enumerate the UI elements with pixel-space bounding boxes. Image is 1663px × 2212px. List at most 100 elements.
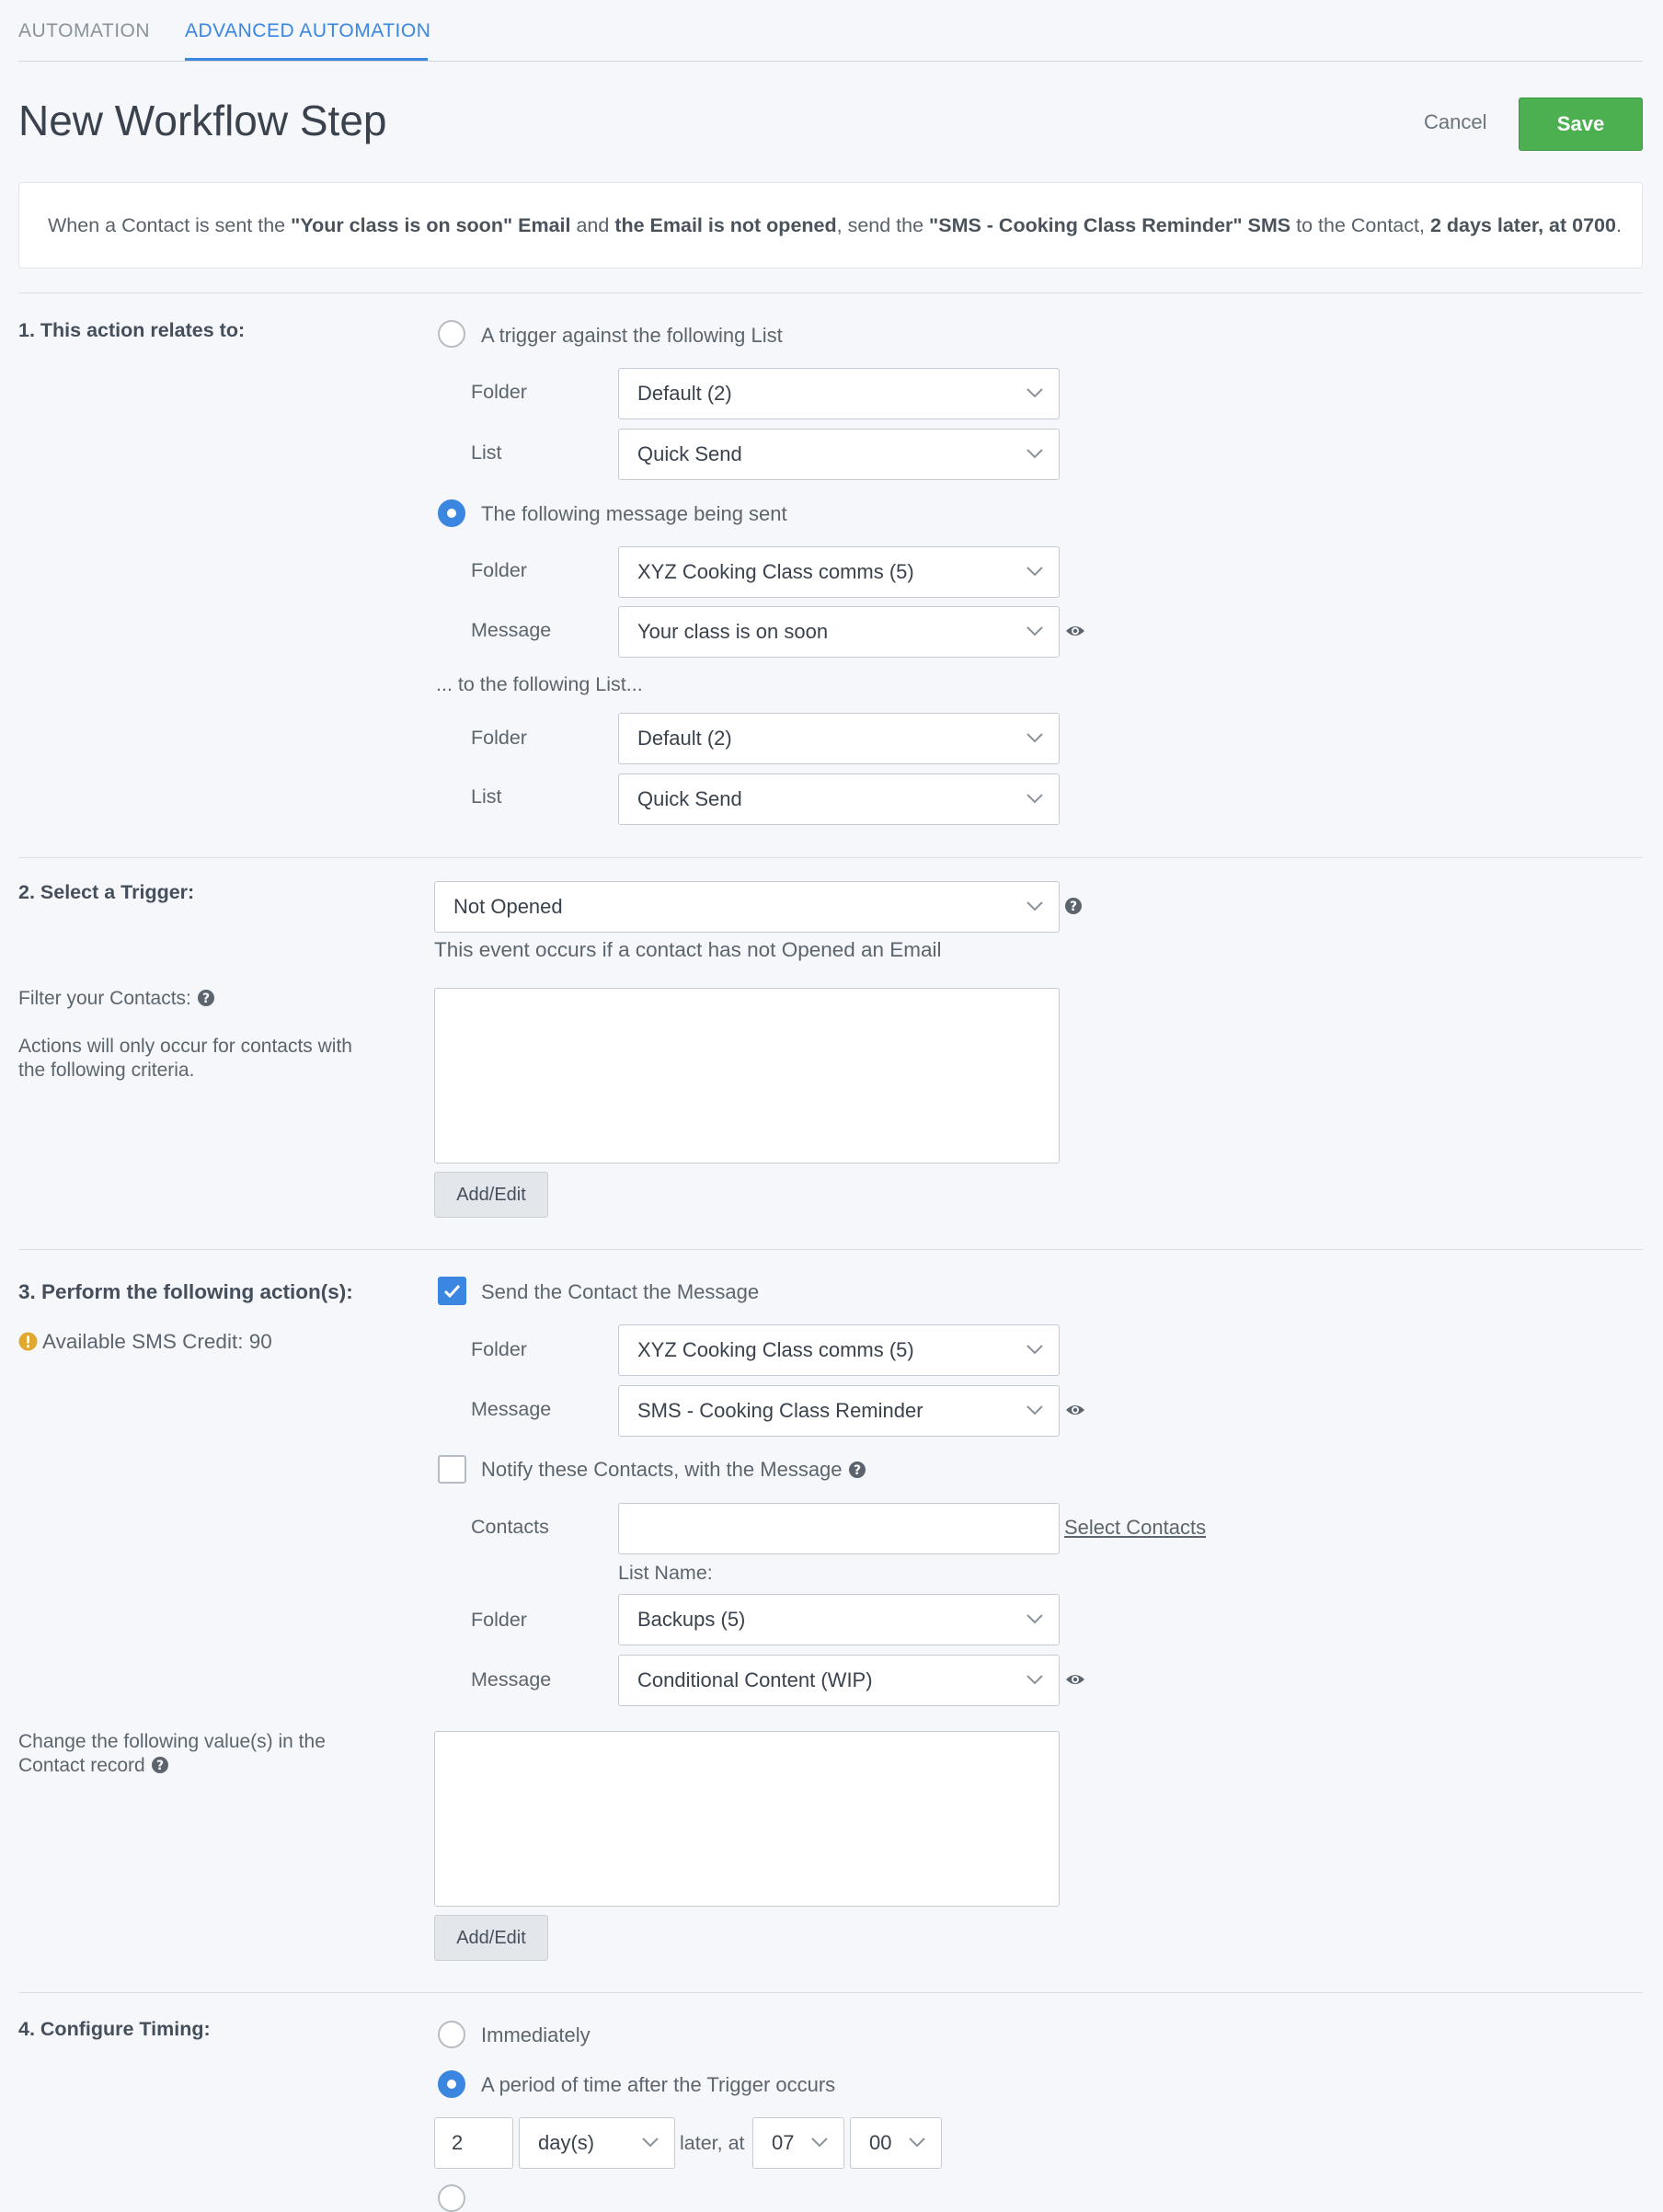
select-value: Conditional Content (WIP) — [637, 1668, 873, 1691]
summary-text: and — [570, 214, 615, 236]
contacts-input[interactable] — [618, 1503, 1060, 1554]
chevron-down-icon — [1026, 449, 1043, 459]
filter-description-line: Actions will only occur for contacts wit… — [18, 1036, 352, 1057]
help-icon[interactable]: ? — [197, 989, 215, 1007]
section-3-label: 3. Perform the following action(s): — [18, 1280, 353, 1303]
help-icon[interactable]: ? — [1064, 897, 1083, 915]
section-divider — [18, 292, 1643, 293]
tab-automation[interactable]: AUTOMATION — [18, 20, 150, 42]
select-value: Quick Send — [637, 787, 742, 810]
radio-timing-option-3[interactable] — [438, 2184, 465, 2212]
message-folder-select[interactable]: XYZ Cooking Class comms (5) — [618, 546, 1060, 598]
select-value: Quick Send — [637, 442, 742, 465]
eye-icon[interactable] — [1065, 1403, 1085, 1417]
period-after-trigger-label: A period of time after the Trigger occur… — [481, 2073, 836, 2096]
select-value: Your class is on soon — [637, 620, 829, 643]
trigger-select[interactable]: Not Opened — [434, 881, 1060, 933]
chevron-down-icon — [642, 2138, 659, 2148]
list-name-label: List Name: — [618, 1562, 713, 1584]
field-label-folder: Folder — [471, 381, 527, 403]
to-list-select[interactable]: Quick Send — [618, 774, 1060, 825]
chevron-down-icon — [1026, 794, 1043, 804]
summary-sms: "SMS - Cooking Class Reminder" SMS — [929, 214, 1291, 236]
list-select[interactable]: Quick Send — [618, 429, 1060, 480]
select-contacts-link[interactable]: Select Contacts — [1064, 1516, 1206, 1540]
radio-period-after-trigger[interactable] — [438, 2070, 465, 2098]
timing-minute-select[interactable]: 00 — [850, 2117, 942, 2169]
chevron-down-icon — [1026, 1614, 1043, 1624]
field-label-message: Message — [471, 1668, 552, 1691]
folder-select[interactable]: Default (2) — [618, 368, 1060, 419]
summary-email: "Your class is on soon" Email — [291, 214, 571, 236]
field-label-folder: Folder — [471, 559, 527, 581]
option-trigger-list-label: A trigger against the following List — [481, 324, 783, 347]
summary-trigger: the Email is not opened — [614, 214, 837, 236]
chevron-down-icon — [1026, 567, 1043, 577]
select-value: 07 — [772, 2131, 795, 2154]
timing-hour-select[interactable]: 07 — [752, 2117, 844, 2169]
save-button[interactable]: Save — [1519, 97, 1643, 151]
select-value: 00 — [869, 2131, 892, 2154]
chevron-down-icon — [1026, 733, 1043, 743]
filter-description-line: the following criteria. — [18, 1060, 195, 1081]
cancel-button[interactable]: Cancel — [1424, 110, 1486, 134]
field-label-folder: Folder — [471, 1609, 527, 1631]
notify-folder-select[interactable]: Backups (5) — [618, 1594, 1060, 1645]
filter-description: Actions will only occur for contacts wit… — [18, 1035, 352, 1083]
to-folder-select[interactable]: Default (2) — [618, 713, 1060, 764]
section-1-label: 1. This action relates to: — [18, 319, 246, 341]
radio-immediately[interactable] — [438, 2021, 465, 2048]
section-2-label: 2. Select a Trigger: — [18, 881, 195, 903]
warning-icon — [18, 1332, 38, 1351]
svg-text:?: ? — [202, 991, 210, 1006]
active-tab-indicator — [185, 58, 428, 61]
tab-advanced-automation[interactable]: ADVANCED AUTOMATION — [185, 20, 430, 42]
svg-text:?: ? — [156, 1759, 164, 1773]
radio-message-sent[interactable] — [438, 499, 465, 527]
select-value: XYZ Cooking Class comms (5) — [637, 560, 914, 583]
filter-add-edit-button[interactable]: Add/Edit — [434, 1172, 548, 1218]
chevron-down-icon — [1026, 626, 1043, 636]
eye-icon[interactable] — [1065, 1672, 1085, 1687]
summary-text: When a Contact is sent the — [48, 214, 292, 236]
field-label-folder: Folder — [471, 1338, 527, 1360]
svg-text:?: ? — [1070, 900, 1077, 914]
sms-credit-text: Available SMS Credit: 90 — [42, 1330, 272, 1353]
summary-text: to the Contact, — [1290, 214, 1430, 236]
radio-trigger-list[interactable] — [438, 320, 465, 348]
help-icon[interactable]: ? — [848, 1461, 866, 1479]
filter-contacts-text: Filter your Contacts: — [18, 988, 191, 1009]
field-label-folder: Folder — [471, 727, 527, 749]
sms-credit: Available SMS Credit: 90 — [18, 1330, 272, 1354]
send-contact-label: Send the Contact the Message — [481, 1280, 760, 1303]
help-icon[interactable]: ? — [151, 1756, 169, 1774]
notify-contacts-checkbox[interactable] — [438, 1455, 466, 1484]
page-title: New Workflow Step — [18, 97, 387, 144]
timing-unit-select[interactable]: day(s) — [519, 2117, 675, 2169]
section-4-label: 4. Configure Timing: — [18, 2018, 211, 2040]
message-select[interactable]: Your class is on soon — [618, 606, 1060, 658]
chevron-down-icon — [1026, 1345, 1043, 1355]
svg-text:?: ? — [854, 1463, 861, 1478]
eye-icon[interactable] — [1065, 624, 1085, 638]
send-folder-select[interactable]: XYZ Cooking Class comms (5) — [618, 1324, 1060, 1376]
workflow-step-page: AUTOMATION ADVANCED AUTOMATION New Workf… — [0, 0, 1663, 2212]
contact-values-box[interactable] — [434, 1731, 1060, 1907]
section-divider — [18, 857, 1643, 858]
notify-contacts-label: Notify these Contacts, with the Message … — [481, 1458, 866, 1482]
select-value: Not Opened — [453, 895, 563, 918]
select-value: Default (2) — [637, 382, 732, 405]
summary-timing: 2 days later, at 0700 — [1429, 214, 1616, 236]
section-divider — [18, 1992, 1643, 1993]
change-values-label: Change the following value(s) in the Cont… — [18, 1730, 326, 1778]
select-value: day(s) — [538, 2131, 595, 2154]
field-label-message: Message — [471, 619, 552, 641]
filter-criteria-box[interactable] — [434, 988, 1060, 1163]
summary-text: , send the — [836, 214, 930, 236]
send-contact-checkbox[interactable] — [438, 1277, 466, 1305]
send-message-select[interactable]: SMS - Cooking Class Reminder — [618, 1385, 1060, 1437]
notify-message-select[interactable]: Conditional Content (WIP) — [618, 1655, 1060, 1706]
summary-text: . — [1615, 214, 1622, 236]
values-add-edit-button[interactable]: Add/Edit — [434, 1915, 548, 1961]
timing-amount-input[interactable]: 2 — [434, 2117, 513, 2169]
